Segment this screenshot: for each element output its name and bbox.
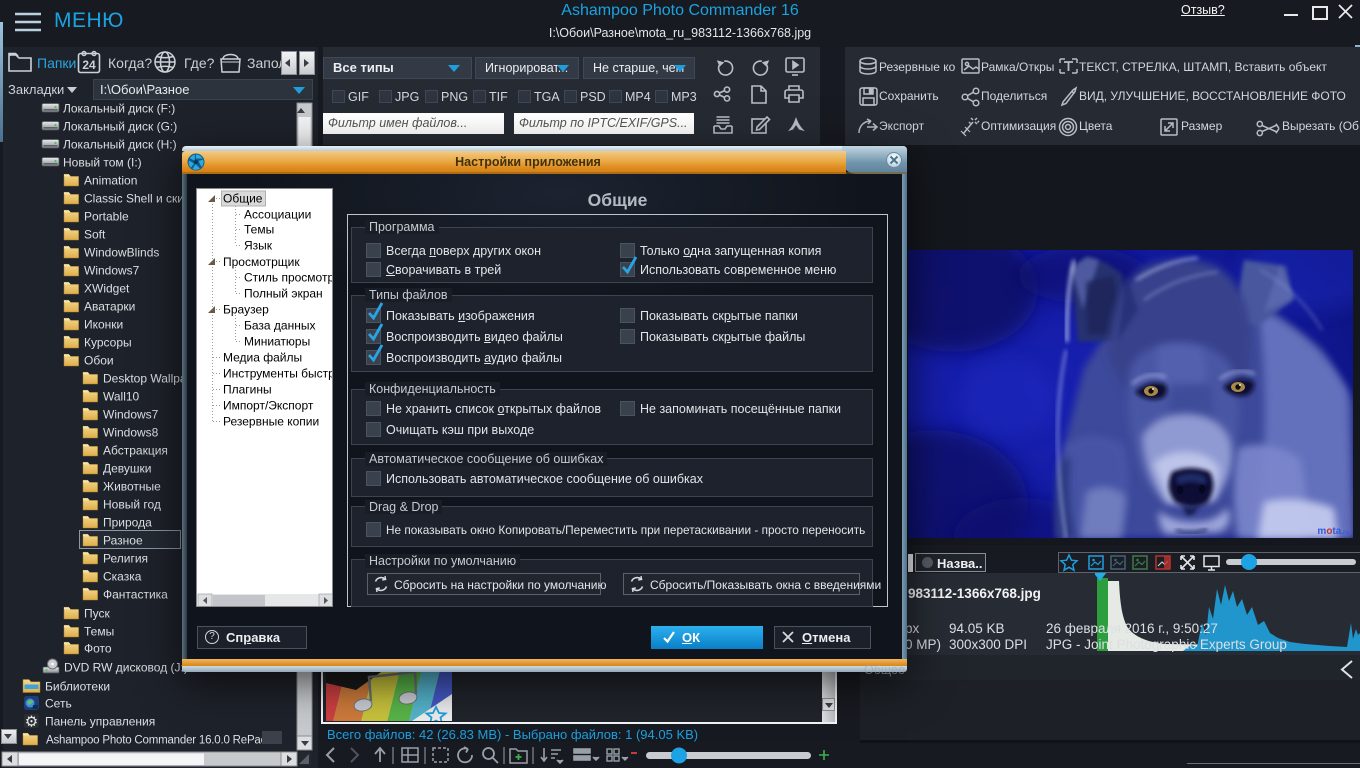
svg-text:Медиа файлы: Медиа файлы	[223, 351, 302, 365]
svg-text:Полный экран: Полный экран	[244, 287, 323, 301]
svg-text:Панель управления: Панель управления	[45, 715, 155, 729]
svg-text:Язык: Язык	[244, 239, 273, 253]
svg-text:База данных: База данных	[244, 319, 315, 333]
svg-text:Сказка: Сказка	[103, 570, 142, 584]
svg-text:Темы: Темы	[84, 625, 114, 639]
svg-text:Плагины: Плагины	[223, 383, 272, 397]
svg-text:Стиль просмотра: Стиль просмотра	[244, 271, 333, 285]
svg-text:Животные: Животные	[103, 480, 161, 494]
svg-text:Новый год: Новый год	[103, 498, 161, 512]
svg-text:Фото: Фото	[84, 642, 112, 656]
svg-text:Ассоциации: Ассоциации	[244, 208, 311, 222]
svg-text:Локальный диск (F:): Локальный диск (F:)	[63, 102, 175, 116]
svg-text:Резервные копии: Резервные копии	[223, 415, 319, 429]
svg-text:Новый том (I:): Новый том (I:)	[63, 156, 142, 170]
svg-text:⚙: ⚙	[25, 714, 38, 731]
svg-text:Девушки: Девушки	[103, 462, 152, 476]
svg-text:Иконки: Иконки	[84, 318, 123, 332]
svg-text:Desktop Wallpap: Desktop Wallpap	[103, 372, 194, 386]
svg-text:Религия: Религия	[103, 552, 148, 566]
svg-text:Ashampoo Photo Commander 16.0.: Ashampoo Photo Commander 16.0.0 RePack	[46, 735, 272, 747]
svg-text:Soft: Soft	[84, 228, 106, 242]
svg-text:Фантастика: Фантастика	[103, 588, 168, 602]
svg-text:Windows7: Windows7	[103, 408, 159, 422]
svg-text:Classic Shell и скин: Classic Shell и скин	[84, 192, 191, 206]
svg-text:Темы: Темы	[244, 223, 274, 237]
svg-text:Миниатюры: Миниатюры	[244, 335, 310, 349]
svg-text:Курсоры: Курсоры	[84, 336, 132, 350]
svg-text:Просмотрщик: Просмотрщик	[223, 255, 300, 269]
svg-text:Общие: Общие	[223, 192, 263, 206]
svg-text:Windows7: Windows7	[84, 264, 140, 278]
svg-text:XWidget: XWidget	[84, 282, 130, 296]
svg-text:Аватарки: Аватарки	[84, 300, 135, 314]
svg-text:Браузер: Браузер	[223, 303, 269, 317]
svg-text:Библиотеки: Библиотеки	[45, 680, 110, 694]
svg-text:Пуск: Пуск	[84, 607, 110, 621]
svg-text:Разное: Разное	[103, 534, 143, 548]
svg-text:Абстракция: Абстракция	[103, 444, 168, 458]
svg-text:Portable: Portable	[84, 210, 129, 224]
svg-text:Wall10: Wall10	[103, 390, 140, 404]
svg-text:Локальный диск (G:): Локальный диск (G:)	[63, 120, 177, 134]
svg-text:Animation: Animation	[84, 174, 137, 188]
svg-text:Windows8: Windows8	[103, 426, 159, 440]
svg-text:Локальный диск (H:): Локальный диск (H:)	[63, 138, 177, 152]
svg-text:Обои: Обои	[84, 354, 114, 368]
svg-text:DVD RW дисковод (J:): DVD RW дисковод (J:)	[64, 661, 188, 675]
svg-text:Природа: Природа	[103, 516, 152, 530]
svg-text:WindowBlinds: WindowBlinds	[84, 246, 159, 260]
svg-text:Импорт/Экспорт: Импорт/Экспорт	[223, 399, 314, 413]
svg-text:Сеть: Сеть	[45, 697, 72, 711]
svg-text:Инструменты быстро: Инструменты быстро	[223, 367, 333, 381]
